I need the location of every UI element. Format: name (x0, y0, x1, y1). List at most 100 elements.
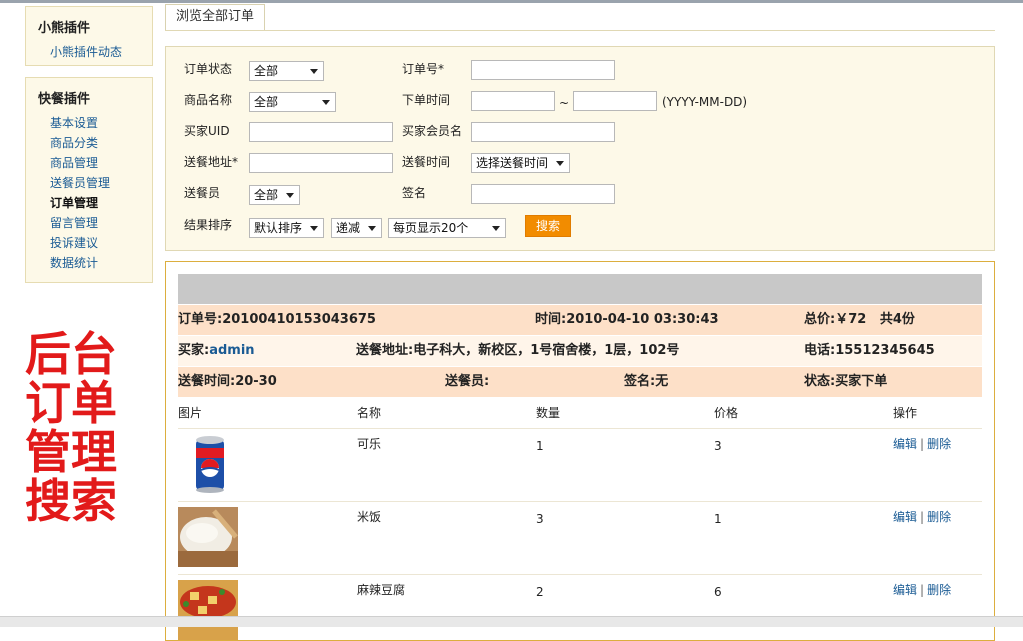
order-info-row: 订单号:20100410153043675 时间:2010-04-10 03:3… (178, 305, 982, 335)
courier-label: 送餐员 (184, 186, 221, 200)
phone-number: 电话:15512345645 (804, 343, 935, 358)
sidebar-item-message-manage[interactable]: 留言管理 (26, 213, 152, 233)
sidebar-item-order-manage[interactable]: 订单管理 (26, 193, 152, 213)
tab-all-orders[interactable]: 浏览全部订单 (165, 4, 266, 31)
order-status-value: 全部 (254, 64, 279, 78)
order-time: 时间:2010-04-10 03:30:43 (535, 312, 719, 327)
sign-label: 签名 (402, 186, 427, 200)
product-qty: 1 (536, 439, 544, 453)
product-label: 商品名称 (184, 93, 233, 107)
product-image-cola (190, 434, 230, 494)
order-result-panel: 订单号:20100410153043675 时间:2010-04-10 03:3… (165, 261, 995, 641)
sidebar-group-xiaoxiong: 小熊插件 小熊插件动态 (25, 6, 153, 66)
sidebar-group-fastfood: 快餐插件 基本设置 商品分类 商品管理 送餐员管理 订单管理 留言管理 投诉建议… (25, 77, 153, 283)
col-header-name: 名称 (357, 406, 382, 420)
courier-value: 全部 (254, 188, 279, 202)
chevron-down-icon (286, 193, 294, 198)
buyer-link[interactable]: admin (209, 343, 254, 358)
op-separator: | (920, 437, 925, 451)
delete-link[interactable]: 删除 (927, 437, 951, 451)
sidebar-item-xiaoxiong-news[interactable]: 小熊插件动态 (26, 42, 152, 62)
address-label: 送餐地址* (184, 155, 239, 169)
chevron-down-icon (368, 226, 376, 231)
col-header-price: 价格 (714, 406, 739, 420)
buyer-prefix: 买家: (178, 343, 210, 358)
edit-link[interactable]: 编辑 (893, 583, 917, 597)
chevron-down-icon (310, 226, 318, 231)
sort-label: 结果排序 (184, 218, 233, 232)
chevron-down-icon (492, 226, 500, 231)
sidebar-item-product-category[interactable]: 商品分类 (26, 133, 152, 153)
col-header-qty: 数量 (536, 406, 561, 420)
order-status-select[interactable]: 全部 (249, 61, 324, 81)
sidebar-group-title: 快餐插件 (38, 92, 91, 107)
chevron-down-icon (310, 69, 318, 74)
status-bar (0, 616, 1023, 627)
delete-link[interactable]: 删除 (927, 583, 951, 597)
order-total-prefix: 总价: (804, 312, 836, 327)
window-top-border (0, 0, 1023, 3)
edit-link[interactable]: 编辑 (893, 510, 917, 524)
row-divider (178, 501, 982, 502)
edit-link[interactable]: 编辑 (893, 437, 917, 451)
buyer-uid-label: 买家UID (184, 124, 230, 138)
order-direction-select[interactable]: 递减 (331, 218, 382, 238)
courier-select[interactable]: 全部 (249, 185, 300, 205)
row-actions: 编辑 | 删除 (893, 436, 951, 452)
sidebar-item-courier-manage[interactable]: 送餐员管理 (26, 173, 152, 193)
op-separator: | (920, 583, 925, 597)
order-total-value: ￥72 (835, 312, 867, 327)
product-price: 6 (714, 585, 722, 599)
date-format-hint: (YYYY-MM-DD) (662, 95, 748, 109)
product-price: 1 (714, 512, 722, 526)
order-number: 订单号:20100410153043675 (178, 312, 376, 327)
product-name: 米饭 (357, 510, 382, 524)
order-time-start-input[interactable] (471, 91, 555, 111)
sidebar-item-product-manage[interactable]: 商品管理 (26, 153, 152, 173)
row-divider (178, 574, 982, 575)
annotation-text: 后台 订单 管理 搜索 (25, 330, 125, 526)
tab-underline (165, 30, 995, 31)
row-actions: 编辑 | 删除 (893, 509, 951, 525)
annotation-line: 管理 (25, 425, 117, 479)
order-count: 共4份 (879, 312, 915, 327)
search-button[interactable]: 搜索 (525, 215, 571, 237)
delivery-address: 送餐地址:电子科大，新校区，1号宿舍楼，1层，102号 (356, 343, 680, 358)
order-no-label: 订单号* (402, 62, 445, 76)
delete-link[interactable]: 删除 (927, 510, 951, 524)
order-time-end-input[interactable] (573, 91, 657, 111)
row-actions: 编辑 | 删除 (893, 582, 951, 598)
buyer-info-row: 买家:admin 送餐地址:电子科大，新校区，1号宿舍楼，1层，102号 电话:… (178, 336, 982, 366)
annotation-line: 订单 (25, 376, 117, 430)
chevron-down-icon (556, 161, 564, 166)
product-value: 全部 (254, 95, 279, 109)
page-size-select[interactable]: 每页显示20个 (388, 218, 506, 238)
product-qty: 3 (536, 512, 544, 526)
sort-select[interactable]: 默认排序 (249, 218, 324, 238)
product-image-mapo-tofu (178, 580, 238, 640)
signature: 签名:无 (624, 374, 669, 389)
search-form: 订单状态 全部 订单号* 商品名称 全部 下单时间 ~ (YYYY-MM-DD)… (165, 46, 995, 251)
order-header-bar (178, 274, 982, 304)
product-select[interactable]: 全部 (249, 92, 336, 112)
order-no-input[interactable] (471, 60, 615, 80)
sidebar-item-statistics[interactable]: 数据统计 (26, 253, 152, 273)
delivery-time-select[interactable]: 选择送餐时间 (471, 153, 570, 173)
sidebar-group-title: 小熊插件 (38, 21, 91, 36)
address-input[interactable] (249, 153, 393, 173)
op-separator: | (920, 510, 925, 524)
annotation-line: 后台 (25, 327, 117, 381)
order-total: 总价:￥72 共4份 (804, 305, 915, 335)
buyer-uid-input[interactable] (249, 122, 393, 142)
product-name: 麻辣豆腐 (357, 583, 406, 597)
sidebar-item-complaints[interactable]: 投诉建议 (26, 233, 152, 253)
delivery-time-value: 选择送餐时间 (476, 156, 549, 170)
sidebar-item-basic-settings[interactable]: 基本设置 (26, 113, 152, 133)
chevron-down-icon (322, 100, 330, 105)
product-image-rice (178, 507, 238, 567)
buyer-member-label: 买家会员名 (402, 124, 463, 138)
buyer-member-input[interactable] (471, 122, 615, 142)
order-status-label: 订单状态 (184, 62, 233, 76)
sign-input[interactable] (471, 184, 615, 204)
delivery-time-label: 送餐时间 (402, 155, 451, 169)
